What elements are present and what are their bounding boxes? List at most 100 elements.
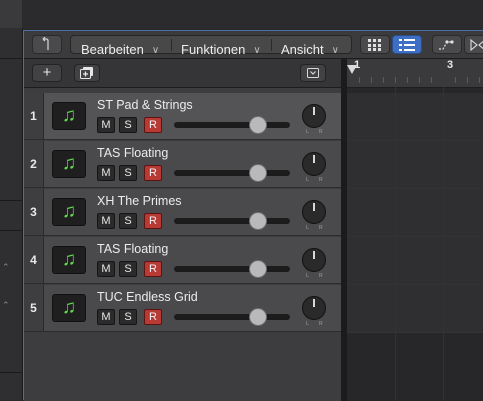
pan-right-label: R	[319, 225, 323, 231]
pan-right-label: R	[319, 177, 323, 183]
track-lane[interactable]	[347, 141, 483, 188]
menu-label: Bearbeiten	[81, 42, 144, 57]
volume-fader-knob[interactable]	[249, 116, 267, 134]
lane-divider	[347, 284, 483, 285]
track-row[interactable]: 3 ♫ XH The Primes M S R L R	[24, 189, 341, 236]
menu-label: Funktionen	[181, 42, 245, 57]
track-lane[interactable]	[347, 237, 483, 284]
mute-button[interactable]: M	[97, 309, 115, 325]
volume-fader[interactable]	[174, 218, 290, 224]
track-list: 1 ♫ ST Pad & Strings M S R L R 2 ♫ TAS F…	[24, 88, 341, 401]
track-number: 1	[24, 93, 44, 139]
pan-left-label: L	[306, 273, 309, 279]
record-button[interactable]: R	[144, 165, 162, 181]
timeline-area[interactable]: 1 3	[347, 59, 483, 401]
ruler-tick	[431, 77, 432, 83]
track-row[interactable]: 4 ♫ TAS Floating M S R L R	[24, 237, 341, 284]
lane-divider	[347, 140, 483, 141]
mute-button[interactable]: M	[97, 213, 115, 229]
record-button[interactable]: R	[144, 261, 162, 277]
bar-ruler[interactable]: 1 3	[347, 59, 483, 88]
pan-knob[interactable]	[302, 200, 326, 224]
stepper-icon[interactable]: ⌃	[2, 300, 10, 311]
track-lane[interactable]	[347, 189, 483, 236]
collapse-button[interactable]	[300, 64, 326, 82]
ruler-tick	[359, 77, 360, 83]
grid-view-button[interactable]	[360, 35, 390, 54]
record-button[interactable]: R	[144, 309, 162, 325]
track-name[interactable]: TAS Floating	[97, 146, 168, 160]
pan-left-label: L	[306, 225, 309, 231]
solo-button[interactable]: S	[119, 165, 137, 181]
volume-fader-knob[interactable]	[249, 212, 267, 230]
pan-knob[interactable]	[302, 104, 326, 128]
pan-knob[interactable]	[302, 152, 326, 176]
track-name[interactable]: XH The Primes	[97, 194, 182, 208]
lane-divider	[347, 332, 483, 333]
automation-curve-icon	[438, 39, 456, 51]
track-number: 5	[24, 285, 44, 331]
mute-button[interactable]: M	[97, 117, 115, 133]
solo-button[interactable]: S	[119, 213, 137, 229]
menu-label: Ansicht	[281, 42, 324, 57]
track-row[interactable]: 2 ♫ TAS Floating M S R L R	[24, 141, 341, 188]
pan-left-label: L	[306, 177, 309, 183]
list-view-button[interactable]	[392, 35, 422, 54]
ruler-tick	[371, 77, 372, 83]
menu-separator	[271, 39, 272, 51]
solo-button[interactable]: S	[119, 261, 137, 277]
volume-fader[interactable]	[174, 266, 290, 272]
stepper-icon[interactable]: ⌃	[2, 262, 10, 273]
volume-fader-knob[interactable]	[249, 260, 267, 278]
menu-bearbeiten[interactable]: Bearbeiten ∨	[81, 40, 159, 59]
flex-button[interactable]	[464, 35, 483, 54]
record-button[interactable]: R	[144, 117, 162, 133]
add-track-button[interactable]: +	[32, 64, 62, 82]
solo-button[interactable]: S	[119, 117, 137, 133]
lane-divider	[347, 188, 483, 189]
back-button[interactable]	[32, 35, 62, 54]
volume-fader[interactable]	[174, 314, 290, 320]
chevron-down-icon: ∨	[152, 41, 159, 60]
track-lane[interactable]	[347, 285, 483, 332]
pan-knob[interactable]	[302, 296, 326, 320]
volume-fader[interactable]	[174, 170, 290, 176]
track-row[interactable]: 1 ♫ ST Pad & Strings M S R L R	[24, 93, 341, 140]
track-number: 3	[24, 189, 44, 235]
pan-left-label: L	[306, 321, 309, 327]
track-name[interactable]: TUC Endless Grid	[97, 290, 198, 304]
menu-funktionen[interactable]: Funktionen∨	[181, 40, 261, 59]
track-name[interactable]: TAS Floating	[97, 242, 168, 256]
volume-fader[interactable]	[174, 122, 290, 128]
record-button[interactable]: R	[144, 213, 162, 229]
solo-button[interactable]: S	[119, 309, 137, 325]
mute-button[interactable]: M	[97, 165, 115, 181]
flex-time-icon	[470, 39, 483, 51]
ruler-tick	[383, 77, 384, 83]
menu-ansicht[interactable]: Ansicht∨	[281, 40, 339, 59]
ruler-bar-number: 3	[447, 59, 453, 71]
tracks-window: Bearbeiten ∨ Funktionen∨ Ansicht∨	[23, 30, 483, 400]
track-lane[interactable]	[347, 93, 483, 140]
menu-separator	[171, 39, 172, 51]
automation-button[interactable]	[432, 35, 462, 54]
music-note-icon: ♫	[52, 294, 86, 322]
mute-button[interactable]: M	[97, 261, 115, 277]
pan-knob[interactable]	[302, 248, 326, 272]
ruler-tick	[455, 77, 456, 83]
duplicate-track-button[interactable]	[74, 64, 100, 82]
volume-fader-knob[interactable]	[249, 164, 267, 182]
pan-right-label: R	[319, 321, 323, 327]
left-strip-divider	[0, 230, 22, 231]
back-arrow-icon	[41, 37, 53, 51]
ruler-tick	[467, 77, 468, 83]
track-row[interactable]: 5 ♫ TUC Endless Grid M S R L R	[24, 285, 341, 332]
grid-view-icon	[368, 39, 382, 51]
pan-pointer	[313, 107, 315, 115]
volume-fader-knob[interactable]	[249, 308, 267, 326]
ruler-tick	[395, 77, 396, 83]
pan-pointer	[313, 155, 315, 163]
left-strip-divider	[0, 200, 22, 201]
ruler-tick	[407, 77, 408, 83]
track-name[interactable]: ST Pad & Strings	[97, 98, 193, 112]
